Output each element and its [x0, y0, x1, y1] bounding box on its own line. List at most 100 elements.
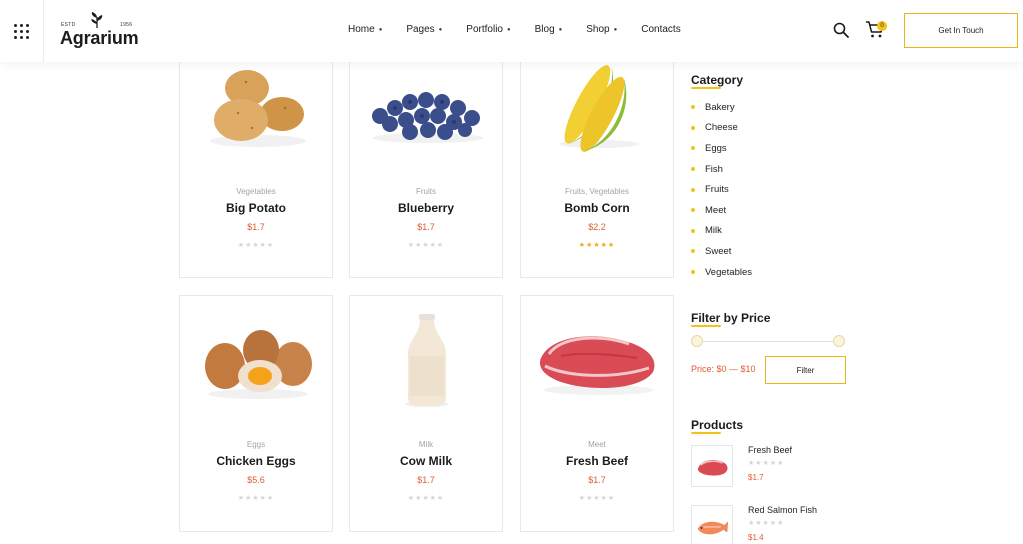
category-label: Fruits: [705, 184, 729, 196]
category-item[interactable]: Milk: [691, 221, 752, 242]
leaf-icon: [91, 12, 103, 28]
nav-item-contacts[interactable]: Contacts: [641, 24, 680, 35]
product-price: $2.2: [588, 222, 606, 232]
product-price: $1.7: [247, 222, 265, 232]
category-item[interactable]: Eggs: [691, 138, 752, 159]
caret-icon: ●: [438, 26, 443, 33]
grid-menu-icon: [14, 23, 29, 39]
product-image-milk: [405, 314, 449, 407]
category-item[interactable]: Bakery: [691, 97, 752, 118]
rating-stars: ★★★★★: [237, 495, 275, 502]
sidebar-product-thumb[interactable]: [691, 445, 733, 487]
sidebar-product-thumb[interactable]: [691, 505, 733, 544]
rating-stars: ★★★★★: [578, 495, 616, 502]
grid-menu-button[interactable]: [0, 0, 44, 62]
filter-heading-text: Filter by Price: [691, 311, 771, 325]
product-image-corn: [559, 65, 639, 152]
sidebar-product-item[interactable]: Red Salmon Fish ★★★★★ $1.4: [691, 505, 871, 544]
product-card[interactable]: Milk Cow Milk $1.7 ★★★★★: [349, 295, 503, 532]
product-title[interactable]: Bomb Corn: [521, 201, 673, 215]
nav-item-shop[interactable]: Shop ●: [586, 24, 617, 35]
product-image-beef: [539, 336, 655, 395]
price-slider-min-handle[interactable]: [691, 335, 703, 347]
category-heading: Category: [691, 73, 743, 89]
product-category: Vegetables: [236, 187, 276, 196]
products-heading-text: Products: [691, 418, 744, 432]
category-item[interactable]: Vegetables: [691, 262, 752, 283]
filter-button[interactable]: Filter: [765, 356, 846, 384]
nav-item-pages[interactable]: Pages ●: [406, 24, 442, 35]
rating-stars: ★★★★★: [748, 520, 785, 527]
nav-item-label: Shop: [586, 24, 610, 35]
rating-stars: ★★★★★: [407, 495, 445, 502]
heading-underline: [691, 325, 721, 327]
bullet-icon: [691, 187, 695, 192]
nav-item-blog[interactable]: Blog ●: [535, 24, 563, 35]
rating-stars: ★★★★★: [407, 242, 445, 249]
heading-underline: [691, 87, 721, 89]
product-image-eggs: [205, 330, 312, 399]
category-item[interactable]: Cheese: [691, 118, 752, 139]
category-label: Vegetables: [705, 266, 753, 278]
product-image-potato: [210, 70, 306, 147]
cart-count-badge: 0: [877, 21, 887, 31]
caret-icon: ●: [613, 26, 618, 33]
nav-item-label: Portfolio: [466, 24, 503, 35]
rating-stars: ★★★★★: [237, 242, 275, 249]
category-item[interactable]: Sweet: [691, 241, 752, 262]
product-title[interactable]: Fresh Beef: [521, 454, 673, 468]
price-slider-max-handle[interactable]: [833, 335, 845, 347]
product-image-blueberry: [372, 92, 483, 143]
sidebar-product-item[interactable]: Fresh Beef ★★★★★ $1.7: [691, 445, 871, 495]
heading-underline: [691, 432, 721, 434]
category-label: Eggs: [705, 142, 727, 154]
nav-item-home[interactable]: Home ●: [348, 24, 382, 35]
site-header: ESTD 1956 Agrarium Home ● Pages ● Portfo…: [0, 0, 1023, 62]
site-logo[interactable]: ESTD 1956 Agrarium: [60, 12, 139, 52]
nav-item-label: Home: [348, 24, 375, 35]
caret-icon: ●: [558, 26, 563, 33]
category-item[interactable]: Fruits: [691, 179, 752, 200]
category-label: Cheese: [705, 122, 738, 134]
product-price: $1.7: [588, 475, 606, 485]
logo-name: Agrarium: [60, 28, 139, 48]
category-label: Sweet: [705, 245, 732, 257]
bullet-icon: [691, 228, 695, 233]
nav-item-portfolio[interactable]: Portfolio ●: [466, 24, 510, 35]
category-item[interactable]: Fish: [691, 159, 752, 180]
category-label: Bakery: [705, 101, 735, 113]
product-category: Milk: [418, 440, 434, 449]
product-category: Eggs: [246, 440, 266, 449]
main-nav: Home ● Pages ● Portfolio ● Blog ● Shop ●…: [348, 24, 681, 35]
bullet-icon: [691, 208, 695, 213]
product-card[interactable]: Fruits Blueberry $1.7 ★★★★★: [349, 55, 503, 278]
sidebar-product-name[interactable]: Red Salmon Fish: [748, 505, 817, 515]
product-title[interactable]: Blueberry: [350, 201, 502, 215]
filter-heading: Filter by Price: [691, 311, 771, 327]
category-list: Bakery Cheese Eggs Fish Fruits Meet Milk…: [691, 97, 752, 282]
sidebar-product-price: $1.7: [748, 473, 764, 482]
search-icon[interactable]: [833, 22, 849, 38]
bullet-icon: [691, 125, 695, 130]
price-slider-track[interactable]: [697, 341, 839, 342]
nav-item-label: Contacts: [641, 24, 681, 35]
product-card[interactable]: Meet Fresh Beef $1.7 ★★★★★: [520, 295, 674, 532]
category-label: Milk: [705, 225, 722, 237]
rating-stars: ★★★★★: [748, 460, 785, 467]
product-card[interactable]: Fruits, Vegetables Bomb Corn $2.2 ★★★★★: [520, 55, 674, 278]
product-card[interactable]: Eggs Chicken Eggs $5.6 ★★★★★: [179, 295, 333, 532]
product-price: $1.7: [417, 475, 435, 485]
product-title[interactable]: Big Potato: [180, 201, 332, 215]
product-card[interactable]: Vegetables Big Potato $1.7 ★★★★★: [179, 55, 333, 278]
products-heading: Products: [691, 418, 744, 434]
bullet-icon: [691, 146, 695, 151]
product-title[interactable]: Chicken Eggs: [180, 454, 332, 468]
product-price: $1.7: [417, 222, 435, 232]
rating-stars: ★★★★★: [578, 242, 616, 249]
get-in-touch-button[interactable]: Get In Touch: [904, 13, 1018, 48]
sidebar-product-name[interactable]: Fresh Beef: [748, 445, 792, 455]
category-item[interactable]: Meet: [691, 200, 752, 221]
product-title[interactable]: Cow Milk: [350, 454, 502, 468]
bullet-icon: [691, 270, 695, 275]
nav-item-label: Pages: [406, 24, 435, 35]
